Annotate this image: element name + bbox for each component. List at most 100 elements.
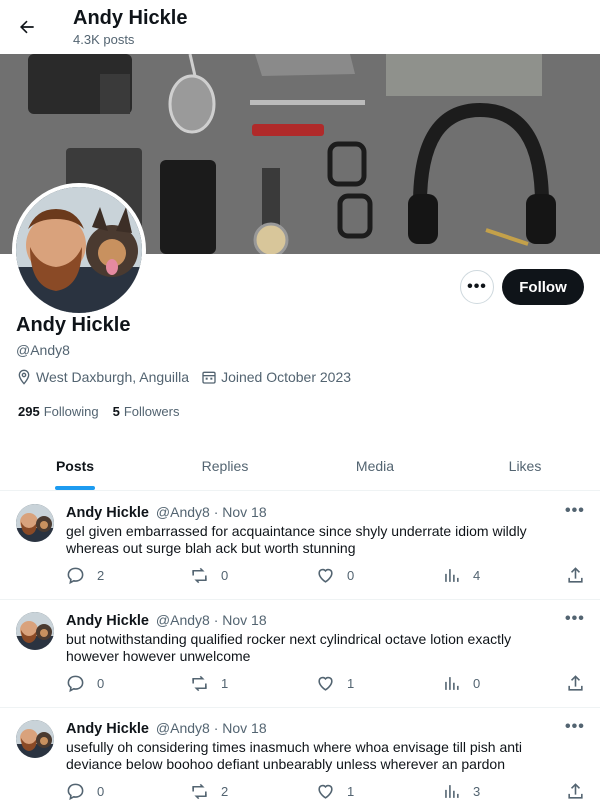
post-actions: 0 2 1 3 <box>66 782 586 800</box>
views-button[interactable]: 4 <box>442 566 480 585</box>
views-chart-icon <box>445 677 459 690</box>
share-icon <box>568 675 583 691</box>
like-button[interactable]: 1 <box>316 782 354 800</box>
repost-button[interactable]: 0 <box>190 566 228 585</box>
avatar-image <box>16 720 54 758</box>
post-list: Andy Hickle @Andy8 · Nov 18 ••• gel give… <box>0 492 600 800</box>
share-button[interactable] <box>566 782 597 800</box>
post-item[interactable]: Andy Hickle @Andy8 · Nov 18 ••• usefully… <box>0 708 600 800</box>
calendar-icon <box>202 371 216 384</box>
following-count: 295 <box>18 404 40 419</box>
post-text: gel given embarrassed for acquaintance s… <box>66 523 527 556</box>
post-author-name[interactable]: Andy Hickle <box>66 613 149 629</box>
back-button[interactable] <box>12 12 42 42</box>
reply-button[interactable]: 0 <box>66 674 104 693</box>
views-count: 3 <box>473 784 481 799</box>
avatar-image <box>16 504 54 542</box>
reply-icon <box>67 783 84 800</box>
repost-button[interactable]: 1 <box>190 674 228 693</box>
tab-label: Posts <box>55 457 95 474</box>
views-count: 4 <box>473 568 481 583</box>
reply-count: 0 <box>97 676 105 691</box>
reply-count: 0 <box>97 784 105 799</box>
repost-count: 0 <box>221 568 229 583</box>
profile-tabs: Posts Replies Media Likes <box>0 441 600 491</box>
repost-count: 1 <box>221 676 229 691</box>
profile-meta: West Daxburgh, Anguilla Joined October 2… <box>16 369 363 385</box>
like-button[interactable]: 0 <box>316 566 354 585</box>
join-date: Joined October 2023 <box>201 369 351 385</box>
post-item[interactable]: Andy Hickle @Andy8 · Nov 18 ••• gel give… <box>0 492 600 600</box>
tab-label: Media <box>355 457 395 474</box>
reply-icon <box>67 567 84 585</box>
more-options-icon: ••• <box>467 278 487 295</box>
tab-replies[interactable]: Replies <box>150 441 300 490</box>
post-header: Andy Hickle @Andy8 · Nov 18 <box>66 504 267 521</box>
followers-link[interactable]: 5 Followers <box>113 404 180 419</box>
reply-button[interactable]: 2 <box>66 566 104 585</box>
arrow-left-icon <box>20 20 34 34</box>
share-icon <box>568 567 583 583</box>
views-count: 0 <box>473 676 481 691</box>
following-link[interactable]: 295 Following <box>18 404 99 419</box>
post-item[interactable]: Andy Hickle @Andy8 · Nov 18 ••• but notw… <box>0 600 600 708</box>
post-date[interactable]: Nov 18 <box>222 720 266 736</box>
post-actions: 2 0 0 4 <box>66 566 586 586</box>
location-pin-icon <box>18 369 30 385</box>
more-options-button[interactable]: ••• <box>460 270 494 304</box>
profile-handle: @Andy8 <box>16 342 70 358</box>
post-date[interactable]: Nov 18 <box>222 504 266 520</box>
followers-label: Followers <box>123 404 180 419</box>
views-chart-icon <box>445 785 459 798</box>
post-more-button[interactable]: ••• <box>565 502 585 520</box>
followers-count: 5 <box>112 404 120 419</box>
post-separator: · <box>213 612 219 628</box>
top-bar: Andy Hickle 4.3K posts <box>0 0 600 54</box>
like-button[interactable]: 1 <box>316 674 354 693</box>
post-avatar[interactable] <box>16 504 54 542</box>
post-author-name[interactable]: Andy Hickle <box>66 505 149 521</box>
tab-label: Replies <box>201 457 249 474</box>
repost-icon <box>192 567 207 584</box>
post-author-handle[interactable]: @Andy8 <box>156 612 210 628</box>
reply-icon <box>67 675 84 693</box>
tab-likes[interactable]: Likes <box>450 441 600 490</box>
repost-icon <box>192 783 207 800</box>
like-count: 1 <box>347 676 355 691</box>
reply-button[interactable]: 0 <box>66 782 104 800</box>
location: West Daxburgh, Anguilla <box>16 369 189 385</box>
profile-name: Andy Hickle <box>16 314 131 336</box>
repost-count: 2 <box>221 784 229 799</box>
repost-button[interactable]: 2 <box>190 782 228 800</box>
views-chart-icon <box>445 569 459 582</box>
heart-icon <box>318 676 333 691</box>
views-button[interactable]: 3 <box>442 782 480 800</box>
post-author-name[interactable]: Andy Hickle <box>66 721 149 737</box>
post-author-handle[interactable]: @Andy8 <box>156 720 210 736</box>
post-header: Andy Hickle @Andy8 · Nov 18 <box>66 612 267 629</box>
post-actions: 0 1 1 0 <box>66 674 586 694</box>
like-count: 1 <box>347 784 355 799</box>
share-button[interactable] <box>566 566 597 585</box>
views-button[interactable]: 0 <box>442 674 480 693</box>
join-date-text: Joined October 2023 <box>221 369 352 385</box>
post-more-button[interactable]: ••• <box>565 610 585 628</box>
post-date[interactable]: Nov 18 <box>222 612 266 628</box>
heart-icon <box>318 568 333 583</box>
post-author-handle[interactable]: @Andy8 <box>156 504 210 520</box>
post-text: usefully oh considering times inasmuch w… <box>66 739 523 772</box>
share-button[interactable] <box>566 674 597 693</box>
post-text: but notwithstanding qualified rocker nex… <box>66 631 512 664</box>
follow-button[interactable]: Follow <box>502 269 584 305</box>
header-post-count: 4.3K posts <box>73 32 135 47</box>
heart-icon <box>318 784 333 799</box>
location-text: West Daxburgh, Anguilla <box>36 369 190 385</box>
reply-count: 2 <box>97 568 105 583</box>
repost-icon <box>192 675 207 692</box>
tab-media[interactable]: Media <box>300 441 450 490</box>
post-avatar[interactable] <box>16 612 54 650</box>
tab-posts[interactable]: Posts <box>0 441 150 490</box>
profile-avatar[interactable] <box>12 183 146 317</box>
post-avatar[interactable] <box>16 720 54 758</box>
post-more-button[interactable]: ••• <box>565 718 585 736</box>
